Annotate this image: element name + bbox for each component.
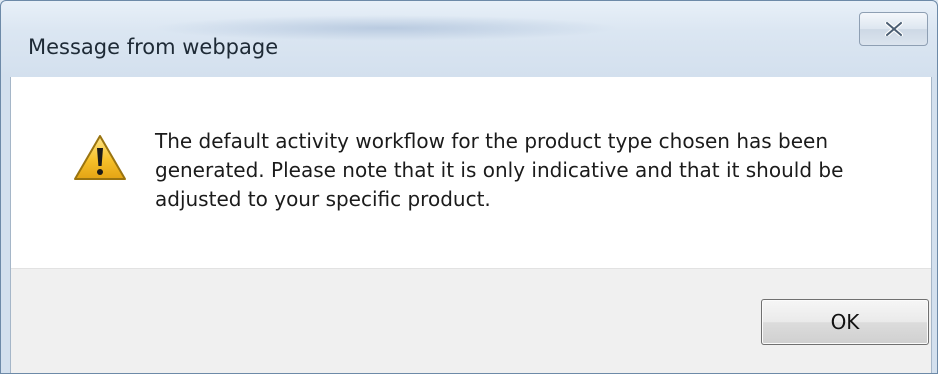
close-x-icon bbox=[884, 22, 903, 36]
message-text: The default activity workflow for the pr… bbox=[155, 129, 844, 211]
ok-button[interactable]: OK bbox=[761, 299, 929, 345]
dialog-title: Message from webpage bbox=[28, 35, 279, 59]
close-button[interactable] bbox=[859, 12, 928, 46]
warning-triangle-icon bbox=[74, 135, 126, 180]
button-bar: OK bbox=[11, 268, 931, 373]
title-bar[interactable]: Message from webpage bbox=[1, 1, 937, 77]
dialog-body: The default activity workflow for the pr… bbox=[10, 77, 932, 373]
message-area: The default activity workflow for the pr… bbox=[11, 77, 931, 268]
message-dialog: Message from webpage The default activit… bbox=[0, 0, 938, 374]
